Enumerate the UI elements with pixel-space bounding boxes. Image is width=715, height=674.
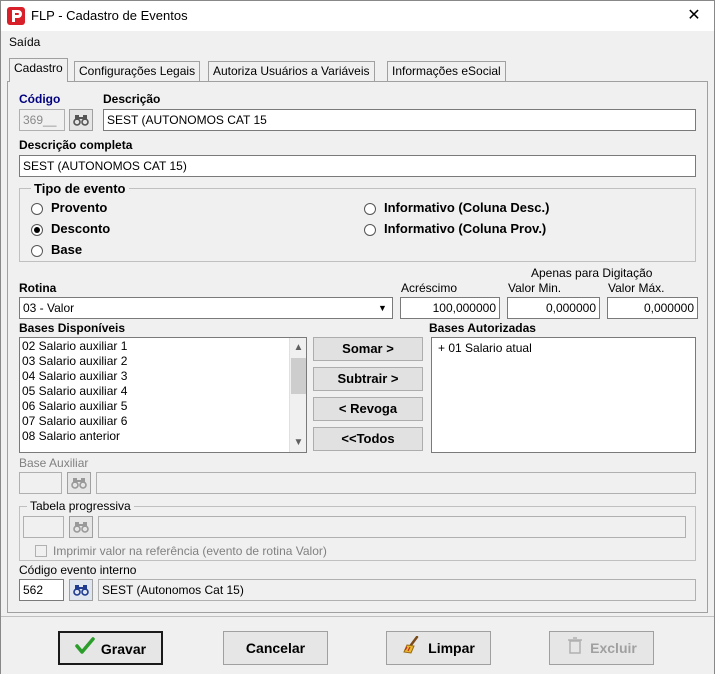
descricao-completa-label: Descrição completa <box>19 138 133 152</box>
radio-informativo-desc-label[interactable]: Informativo (Coluna Desc.) <box>384 200 549 215</box>
rotina-select[interactable]: 03 - Valor ▼ <box>19 297 393 319</box>
radio-base[interactable] <box>31 245 43 257</box>
bases-autorizadas-list[interactable]: + 01 Salario atual <box>431 337 696 453</box>
valor-max-label: Valor Máx. <box>608 281 665 295</box>
list-item[interactable]: 03 Salario auxiliar 2 <box>20 354 306 369</box>
chevron-down-icon[interactable]: ▼ <box>374 299 391 317</box>
scroll-up-icon[interactable]: ▲ <box>290 339 306 356</box>
todos-button[interactable]: <<Todos <box>313 427 423 451</box>
codigo-evento-interno-field[interactable]: 562 <box>19 579 64 601</box>
somar-button[interactable]: Somar > <box>313 337 423 361</box>
radio-informativo-prov[interactable] <box>364 224 376 236</box>
limpar-label: Limpar <box>428 640 475 656</box>
excluir-button[interactable]: Excluir <box>549 631 654 665</box>
imprimir-checkbox[interactable] <box>35 545 47 557</box>
radio-provento-label[interactable]: Provento <box>51 200 107 215</box>
excluir-label: Excluir <box>590 640 637 656</box>
radio-desconto-label[interactable]: Desconto <box>51 221 110 236</box>
list-item[interactable]: 06 Salario auxiliar 5 <box>20 399 306 414</box>
main-window: FLP - Cadastro de Eventos ✕ Saída Cadast… <box>0 0 715 674</box>
revoga-button[interactable]: < Revoga <box>313 397 423 421</box>
codigo-field[interactable]: 369__ <box>19 109 65 131</box>
window-title: FLP - Cadastro de Eventos <box>31 8 188 23</box>
base-auxiliar-binoculars-icon[interactable] <box>67 472 91 494</box>
limpar-button[interactable]: Limpar <box>386 631 491 665</box>
menu-bar: Saída <box>1 32 714 54</box>
menu-item-saida[interactable]: Saída <box>9 35 40 49</box>
list-item[interactable]: 02 Salario auxiliar 1 <box>20 339 306 354</box>
checkmark-icon <box>75 634 95 666</box>
codigo-evento-interno-desc: SEST (Autonomos Cat 15) <box>98 579 696 601</box>
scroll-thumb[interactable] <box>291 358 306 394</box>
descricao-completa-field[interactable]: SEST (AUTONOMOS CAT 15) <box>19 155 696 177</box>
bases-autorizadas-items: + 01 Salario atual <box>432 338 695 359</box>
radio-informativo-desc[interactable] <box>364 203 376 215</box>
gravar-label: Gravar <box>100 641 147 657</box>
valor-min-label: Valor Min. <box>508 281 562 295</box>
base-auxiliar-code-field[interactable] <box>19 472 62 494</box>
base-auxiliar-label: Base Auxiliar <box>19 456 89 470</box>
gravar-button[interactable]: Gravar <box>58 631 163 665</box>
radio-desconto[interactable] <box>31 224 43 236</box>
action-bar: Gravar Cancelar Limpar Excluir <box>1 616 714 674</box>
binoculars-icon[interactable] <box>69 109 93 131</box>
trash-icon <box>566 633 584 665</box>
bases-disponiveis-list[interactable]: 02 Salario auxiliar 1 03 Salario auxiliar… <box>19 337 307 453</box>
valor-max-field[interactable]: 0,000000 <box>607 297 698 319</box>
tab-configuracoes-legais[interactable]: Configurações Legais <box>74 61 201 81</box>
bases-disponiveis-items: 02 Salario auxiliar 1 03 Salario auxiliar… <box>20 338 306 444</box>
subtrair-button[interactable]: Subtrair > <box>313 367 423 391</box>
list-item[interactable]: 04 Salario auxiliar 3 <box>20 369 306 384</box>
descricao-label: Descrição <box>103 92 161 106</box>
rotina-selected-value: 03 - Valor <box>23 301 75 315</box>
base-auxiliar-desc-field[interactable] <box>96 472 696 494</box>
bases-disponiveis-label: Bases Disponíveis <box>19 321 126 335</box>
codigo-evento-binoculars-icon[interactable] <box>69 579 93 601</box>
radio-informativo-prov-label[interactable]: Informativo (Coluna Prov.) <box>384 221 546 236</box>
descricao-field[interactable]: SEST (AUTONOMOS CAT 15 <box>103 109 696 131</box>
tipo-evento-group <box>19 188 696 262</box>
valor-min-field[interactable]: 0,000000 <box>507 297 600 319</box>
codigo-label: Código <box>19 92 61 106</box>
radio-base-label[interactable]: Base <box>51 242 82 257</box>
tabela-progressiva-binoculars-icon[interactable] <box>69 516 93 538</box>
tab-informacoes-esocial[interactable]: Informações eSocial <box>387 61 506 81</box>
title-bar[interactable]: FLP - Cadastro de Eventos ✕ <box>1 1 714 31</box>
bases-autorizadas-label: Bases Autorizadas <box>429 321 536 335</box>
bases-disponiveis-scrollbar[interactable]: ▲ ▼ <box>289 338 306 452</box>
rotina-label: Rotina <box>19 281 57 295</box>
tabela-progressiva-title: Tabela progressiva <box>27 499 134 513</box>
list-item[interactable]: 07 Salario auxiliar 6 <box>20 414 306 429</box>
list-item[interactable]: 08 Salario anterior <box>20 429 306 444</box>
radio-provento[interactable] <box>31 203 43 215</box>
codigo-evento-interno-label: Código evento interno <box>19 563 137 577</box>
app-logo-icon <box>7 7 25 25</box>
broom-icon <box>402 633 422 665</box>
cancelar-button[interactable]: Cancelar <box>223 631 328 665</box>
acrescimo-label: Acréscimo <box>401 281 458 295</box>
tab-autoriza-usuarios[interactable]: Autoriza Usuários a Variáveis <box>208 61 375 81</box>
imprimir-label: Imprimir valor na referência (evento de … <box>53 544 327 558</box>
list-item[interactable]: 05 Salario auxiliar 4 <box>20 384 306 399</box>
tipo-evento-title: Tipo de evento <box>31 181 129 196</box>
tabela-progressiva-desc-field[interactable] <box>98 516 686 538</box>
tab-cadastro[interactable]: Cadastro <box>9 58 68 82</box>
acrescimo-field[interactable]: 100,000000 <box>400 297 500 319</box>
close-icon[interactable]: ✕ <box>674 1 714 31</box>
scroll-down-icon[interactable]: ▼ <box>290 434 306 451</box>
list-item[interactable]: + 01 Salario atual <box>436 341 691 356</box>
tabela-progressiva-code-field[interactable] <box>23 516 64 538</box>
apenas-digitacao-label: Apenas para Digitação <box>531 266 653 280</box>
